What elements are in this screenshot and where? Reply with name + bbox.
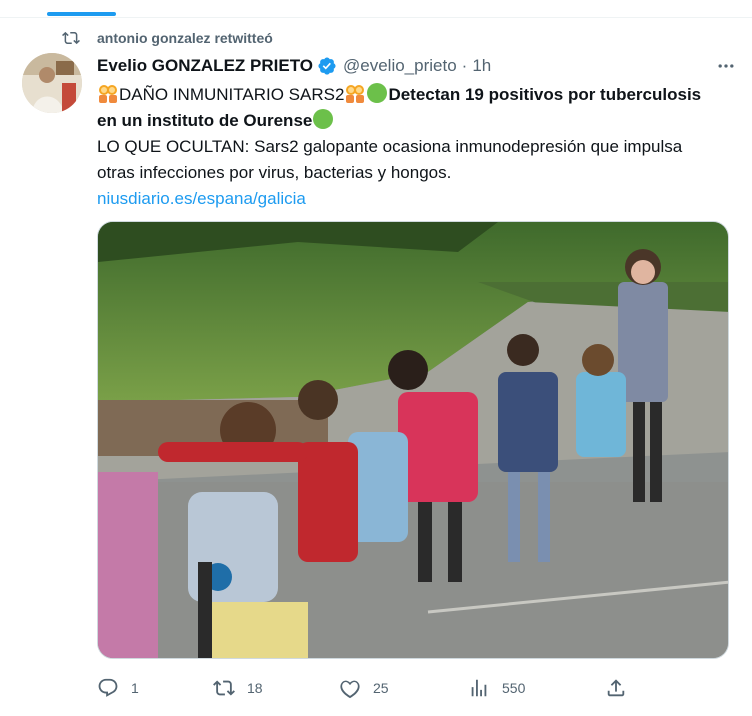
retweet-button[interactable]: 18 <box>213 676 263 700</box>
green-circle-emoji-icon <box>367 83 388 103</box>
retweet-count: 18 <box>247 680 263 696</box>
more-options-icon[interactable] <box>715 55 737 77</box>
active-tab-indicator <box>47 12 116 16</box>
verified-badge-icon <box>317 56 337 76</box>
tweet-link[interactable]: niusdiario.es/espana/galicia <box>97 186 717 212</box>
views-button[interactable]: 550 <box>468 676 525 700</box>
like-count: 25 <box>373 680 389 696</box>
tweet-paragraph: LO QUE OCULTAN: Sars2 galopante ocasiona… <box>97 137 683 182</box>
twins-emoji-icon <box>346 85 365 103</box>
tweet-headline-text: DAÑO INMUNITARIO SARS2 <box>119 85 345 104</box>
heart-icon <box>340 680 360 699</box>
reply-button[interactable]: 1 <box>97 676 139 700</box>
reply-icon <box>98 678 118 697</box>
share-button[interactable] <box>605 676 627 700</box>
avatar[interactable] <box>22 53 82 113</box>
views-chart-icon <box>471 679 487 697</box>
share-icon <box>607 679 625 697</box>
tweet-media-photo[interactable] <box>97 221 729 659</box>
separator-dot: · <box>461 56 468 75</box>
tweet-header: Evelio GONZALEZ PRIETO @evelio_prieto · … <box>97 55 737 77</box>
green-circle-emoji-icon <box>313 109 334 129</box>
author-name[interactable]: Evelio GONZALEZ PRIETO <box>97 56 313 76</box>
retweet-icon <box>62 29 80 47</box>
tweet-headline: DAÑO INMUNITARIO SARS2 Detectan 19 positi… <box>97 82 717 134</box>
tweet-actions: 1 18 25 550 <box>97 676 637 700</box>
twins-emoji-icon <box>99 85 117 103</box>
retweet-icon <box>213 680 235 696</box>
views-count: 550 <box>502 680 526 696</box>
like-button[interactable]: 25 <box>339 676 389 700</box>
retweeter-name: antonio gonzalez retwitteó <box>97 30 273 46</box>
tweet-timestamp[interactable]: 1h <box>472 56 491 76</box>
reply-count: 1 <box>131 680 139 696</box>
divider <box>0 17 752 18</box>
retweet-context[interactable]: antonio gonzalez retwitteó <box>62 28 273 48</box>
tweet-body: DAÑO INMUNITARIO SARS2 Detectan 19 positi… <box>97 82 717 212</box>
author-handle[interactable]: @evelio_prieto <box>343 56 457 76</box>
